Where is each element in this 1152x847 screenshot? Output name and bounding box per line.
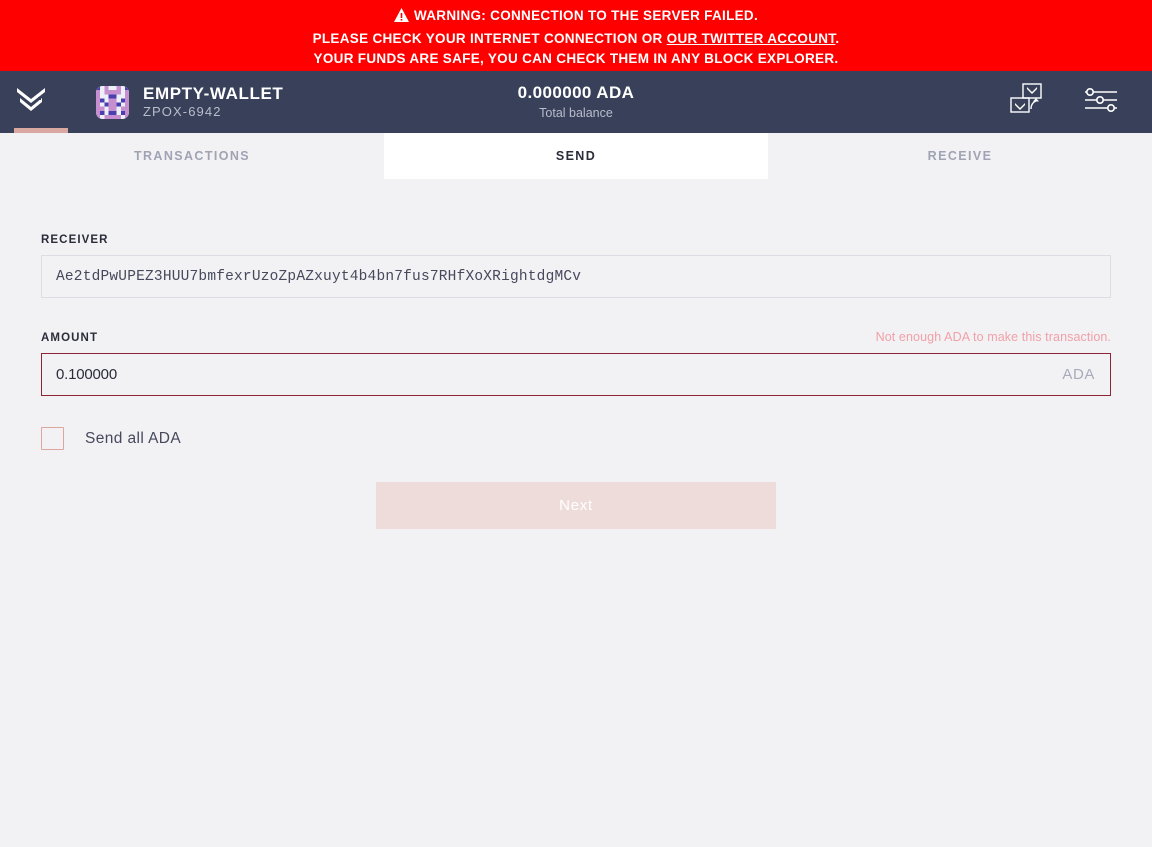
send-all-ada-label: Send all ADA bbox=[85, 429, 182, 447]
send-all-ada-checkbox[interactable] bbox=[41, 427, 64, 450]
next-button-row: Next bbox=[41, 482, 1111, 529]
receiver-input-wrap bbox=[41, 255, 1111, 298]
topbar-actions bbox=[1004, 82, 1152, 122]
wallet-switch-icon bbox=[1007, 82, 1047, 122]
next-button[interactable]: Next bbox=[376, 482, 776, 529]
warning-line-3: YOUR FUNDS ARE SAFE, YOU CAN CHECK THEM … bbox=[313, 51, 839, 67]
receiver-input[interactable] bbox=[41, 255, 1111, 298]
warning-text-2-suffix: . bbox=[835, 30, 840, 46]
warning-line-1: WARNING: CONNECTION TO THE SERVER FAILED… bbox=[0, 6, 1152, 29]
send-all-ada-checkbox-row[interactable]: Send all ADA bbox=[41, 427, 181, 450]
wallet-name: EMPTY-WALLET bbox=[143, 84, 284, 103]
wallet-identicon-avatar bbox=[96, 85, 129, 119]
active-wallet-accent-bar bbox=[14, 128, 68, 133]
amount-input-wrap: ADA bbox=[41, 353, 1111, 396]
main-content: RECEIVER AMOUNT Not enough ADA to make t… bbox=[0, 179, 1152, 554]
warning-triangle-icon bbox=[393, 8, 409, 29]
wallet-tab-bar: TRANSACTIONS SEND RECEIVE bbox=[0, 133, 1152, 179]
receiver-label: RECEIVER bbox=[41, 234, 109, 246]
switch-wallet-button[interactable] bbox=[1004, 82, 1050, 122]
amount-field-group: AMOUNT Not enough ADA to make this trans… bbox=[41, 327, 1111, 396]
server-connection-warning-banner: WARNING: CONNECTION TO THE SERVER FAILED… bbox=[0, 0, 1152, 71]
wallet-text-block: EMPTY-WALLET ZPOX-6942 bbox=[143, 84, 283, 120]
warning-text-2-prefix: PLEASE CHECK YOUR INTERNET CONNECTION OR bbox=[312, 30, 667, 46]
amount-label: AMOUNT bbox=[41, 332, 99, 344]
amount-input[interactable] bbox=[41, 353, 1111, 396]
wallet-id: ZPOX-6942 bbox=[143, 104, 222, 119]
tab-transactions[interactable]: TRANSACTIONS bbox=[0, 133, 384, 179]
send-form-card: RECEIVER AMOUNT Not enough ADA to make t… bbox=[20, 208, 1132, 554]
top-navigation-bar: EMPTY-WALLET ZPOX-6942 0.000000 ADA Tota… bbox=[0, 71, 1152, 133]
settings-button[interactable] bbox=[1078, 82, 1124, 122]
warning-text-1: WARNING: CONNECTION TO THE SERVER FAILED… bbox=[413, 8, 759, 23]
tab-send[interactable]: SEND bbox=[384, 133, 768, 179]
receiver-field-group: RECEIVER bbox=[41, 229, 1111, 298]
amount-label-row: AMOUNT Not enough ADA to make this trans… bbox=[41, 327, 1111, 344]
twitter-account-link[interactable]: OUR TWITTER ACCOUNT bbox=[667, 31, 836, 46]
warning-line-2: PLEASE CHECK YOUR INTERNET CONNECTION OR… bbox=[0, 29, 1152, 50]
wallet-summary[interactable]: EMPTY-WALLET ZPOX-6942 bbox=[96, 84, 283, 120]
settings-sliders-icon bbox=[1083, 86, 1119, 119]
tab-receive[interactable]: RECEIVE bbox=[768, 133, 1152, 179]
yoroi-chevron-logo-icon bbox=[16, 86, 46, 119]
receiver-label-row: RECEIVER bbox=[41, 229, 1111, 246]
amount-error-message: Not enough ADA to make this transaction. bbox=[875, 330, 1111, 344]
app-logo-button[interactable] bbox=[0, 71, 62, 133]
